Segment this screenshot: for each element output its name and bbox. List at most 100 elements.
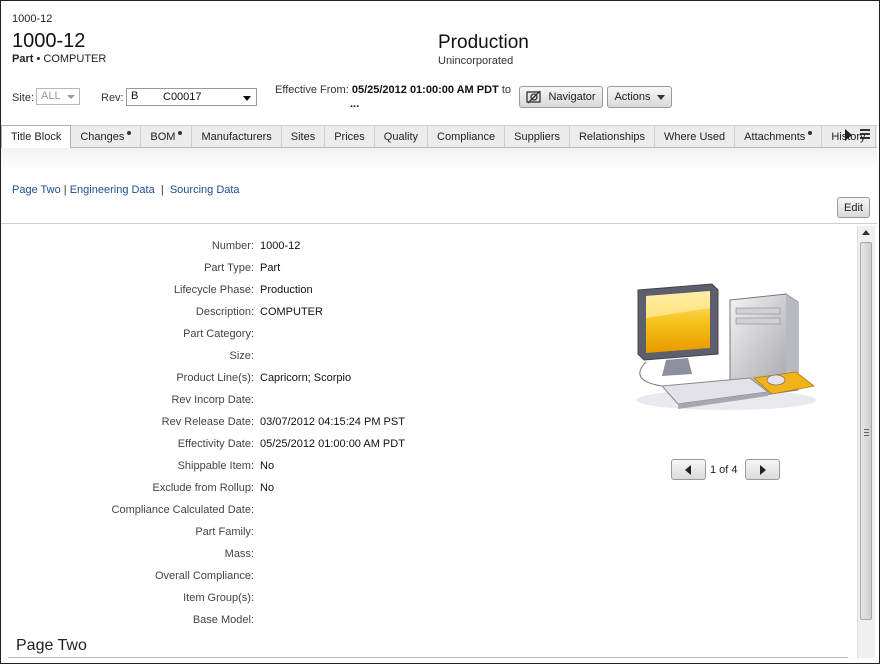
chevron-down-icon xyxy=(656,94,665,100)
vertical-scrollbar[interactable] xyxy=(857,226,875,658)
scroll-up-icon[interactable] xyxy=(862,230,870,235)
effective-to: to xyxy=(501,84,512,96)
scrollbar-thumb[interactable] xyxy=(860,242,872,620)
modified-dot-icon xyxy=(178,130,183,135)
tab-label: BOM xyxy=(150,130,176,143)
field-value: 03/07/2012 04:15:24 PM PST xyxy=(260,416,405,428)
field-label: Compliance Calculated Date: xyxy=(111,504,254,516)
field-label: Description: xyxy=(195,306,254,318)
field-label: Part Family: xyxy=(195,526,254,538)
field-value: Capricorn; Scorpio xyxy=(260,372,352,384)
field-label: Number: xyxy=(211,240,254,252)
tab-quality[interactable]: Quality xyxy=(375,126,429,147)
tab-relationships[interactable]: Relationships xyxy=(570,126,656,147)
field-value: Production xyxy=(260,284,313,296)
field-label: Lifecycle Phase: xyxy=(173,284,254,296)
link-page-two[interactable]: Page Two xyxy=(12,184,61,196)
field-label: Effectivity Date: xyxy=(177,438,254,450)
page-links: Page Two | Engineering Data | Sourcing D… xyxy=(12,184,240,196)
chevron-down-icon xyxy=(67,95,75,99)
image-next-button[interactable] xyxy=(745,459,780,480)
field-label: Part Type: xyxy=(204,262,254,274)
tab-sites[interactable]: Sites xyxy=(282,126,326,147)
tab-label: Suppliers xyxy=(514,130,560,143)
tab-bom[interactable]: BOM xyxy=(141,126,193,147)
chevron-right-icon xyxy=(760,465,766,475)
lifecycle-status-sub: Unincorporated xyxy=(438,55,514,67)
tab-label: Prices xyxy=(334,130,365,143)
field-label: Base Model: xyxy=(192,614,254,626)
link-engineering-data[interactable]: Engineering Data xyxy=(70,184,155,196)
tab-changes[interactable]: Changes xyxy=(71,126,142,147)
tab-label: Sites xyxy=(290,130,316,143)
tab-label: Manufacturers xyxy=(201,130,272,143)
link-separator: | xyxy=(63,184,67,196)
tab-compliance[interactable]: Compliance xyxy=(428,126,506,147)
effective-label: Effective From: xyxy=(275,84,349,96)
link-sourcing-data[interactable]: Sourcing Data xyxy=(170,184,240,196)
rev-label: Rev: xyxy=(101,92,124,104)
field-label: Rev Release Date: xyxy=(161,416,254,428)
effective-more[interactable]: ... xyxy=(350,98,359,110)
tab-label: Where Used xyxy=(664,130,726,143)
tab-prices[interactable]: Prices xyxy=(325,126,375,147)
field-value: 1000-12 xyxy=(260,240,301,252)
section-title: Page Two xyxy=(16,637,87,654)
field-label: Product Line(s): xyxy=(176,372,254,384)
tab-bar: Title Block Changes BOM Manufacturers Sites P… xyxy=(1,125,877,149)
tab-label: Changes xyxy=(80,130,125,143)
image-prev-button[interactable] xyxy=(671,459,706,480)
tab-title-block[interactable]: Title Block xyxy=(1,125,72,149)
link-separator: | xyxy=(160,184,164,196)
object-type: Part xyxy=(12,53,34,65)
object-description: COMPUTER xyxy=(43,53,107,65)
modified-dot-icon xyxy=(127,130,132,135)
tab-label: Title Block xyxy=(11,131,62,143)
tab-suppliers[interactable]: Suppliers xyxy=(505,126,570,147)
field-label: Exclude from Rollup: xyxy=(152,482,255,494)
grip-icon xyxy=(864,429,869,438)
chevron-down-icon xyxy=(243,96,251,101)
chevron-left-icon xyxy=(685,465,691,475)
tab-menu-icon[interactable] xyxy=(860,129,870,141)
field-label: Part Category: xyxy=(183,328,254,340)
site-label: Site: xyxy=(12,92,35,104)
field-value: No xyxy=(260,460,275,472)
lifecycle-status: Production xyxy=(438,32,529,53)
rev-select-value: B xyxy=(131,90,139,102)
field-label: Rev Incorp Date: xyxy=(171,394,254,406)
field-label: Mass: xyxy=(224,548,254,560)
tab-manufacturers[interactable]: Manufacturers xyxy=(192,126,282,147)
subtitle-bullet: • xyxy=(36,53,41,65)
computer-image xyxy=(636,283,816,410)
field-value: COMPUTER xyxy=(260,306,323,318)
tab-label: Compliance xyxy=(437,130,496,143)
navigator-button[interactable]: Navigator xyxy=(519,86,603,108)
tab-where-used[interactable]: Where Used xyxy=(655,126,736,147)
field-value: No xyxy=(260,482,275,494)
image-pager-text: 1 of 4 xyxy=(710,464,738,476)
breadcrumb[interactable]: 1000-12 xyxy=(12,13,52,25)
tab-scroll-right-icon[interactable] xyxy=(845,129,852,141)
rev-select[interactable]: B C00017 xyxy=(126,88,257,106)
field-value: 05/25/2012 01:00:00 AM PDT xyxy=(260,438,405,450)
site-select[interactable]: ALL xyxy=(36,88,80,105)
rev-change-number: C00017 xyxy=(163,91,202,103)
effective-value: 05/25/2012 01:00:00 AM PDT xyxy=(351,84,499,96)
navigator-label: Navigator xyxy=(548,91,596,103)
edit-button[interactable]: Edit xyxy=(837,197,870,218)
divider xyxy=(1,223,877,224)
page-title: 1000-12 xyxy=(12,30,86,52)
actions-button[interactable]: Actions xyxy=(607,86,672,108)
field-label: Size: xyxy=(229,350,254,362)
field-label: Overall Compliance: xyxy=(154,570,254,582)
site-select-value: ALL xyxy=(41,90,61,102)
object-subtitle: Part • COMPUTER xyxy=(12,53,106,65)
tab-label: Attachments xyxy=(744,130,806,143)
tab-attachments[interactable]: Attachments xyxy=(735,126,823,147)
effective-from: Effective From: 05/25/2012 01:00:00 AM P… xyxy=(275,84,511,96)
field-label: Shippable Item: xyxy=(177,460,254,472)
navigator-icon xyxy=(526,90,542,104)
actions-label: Actions xyxy=(614,91,651,103)
field-value: Part xyxy=(260,262,281,274)
